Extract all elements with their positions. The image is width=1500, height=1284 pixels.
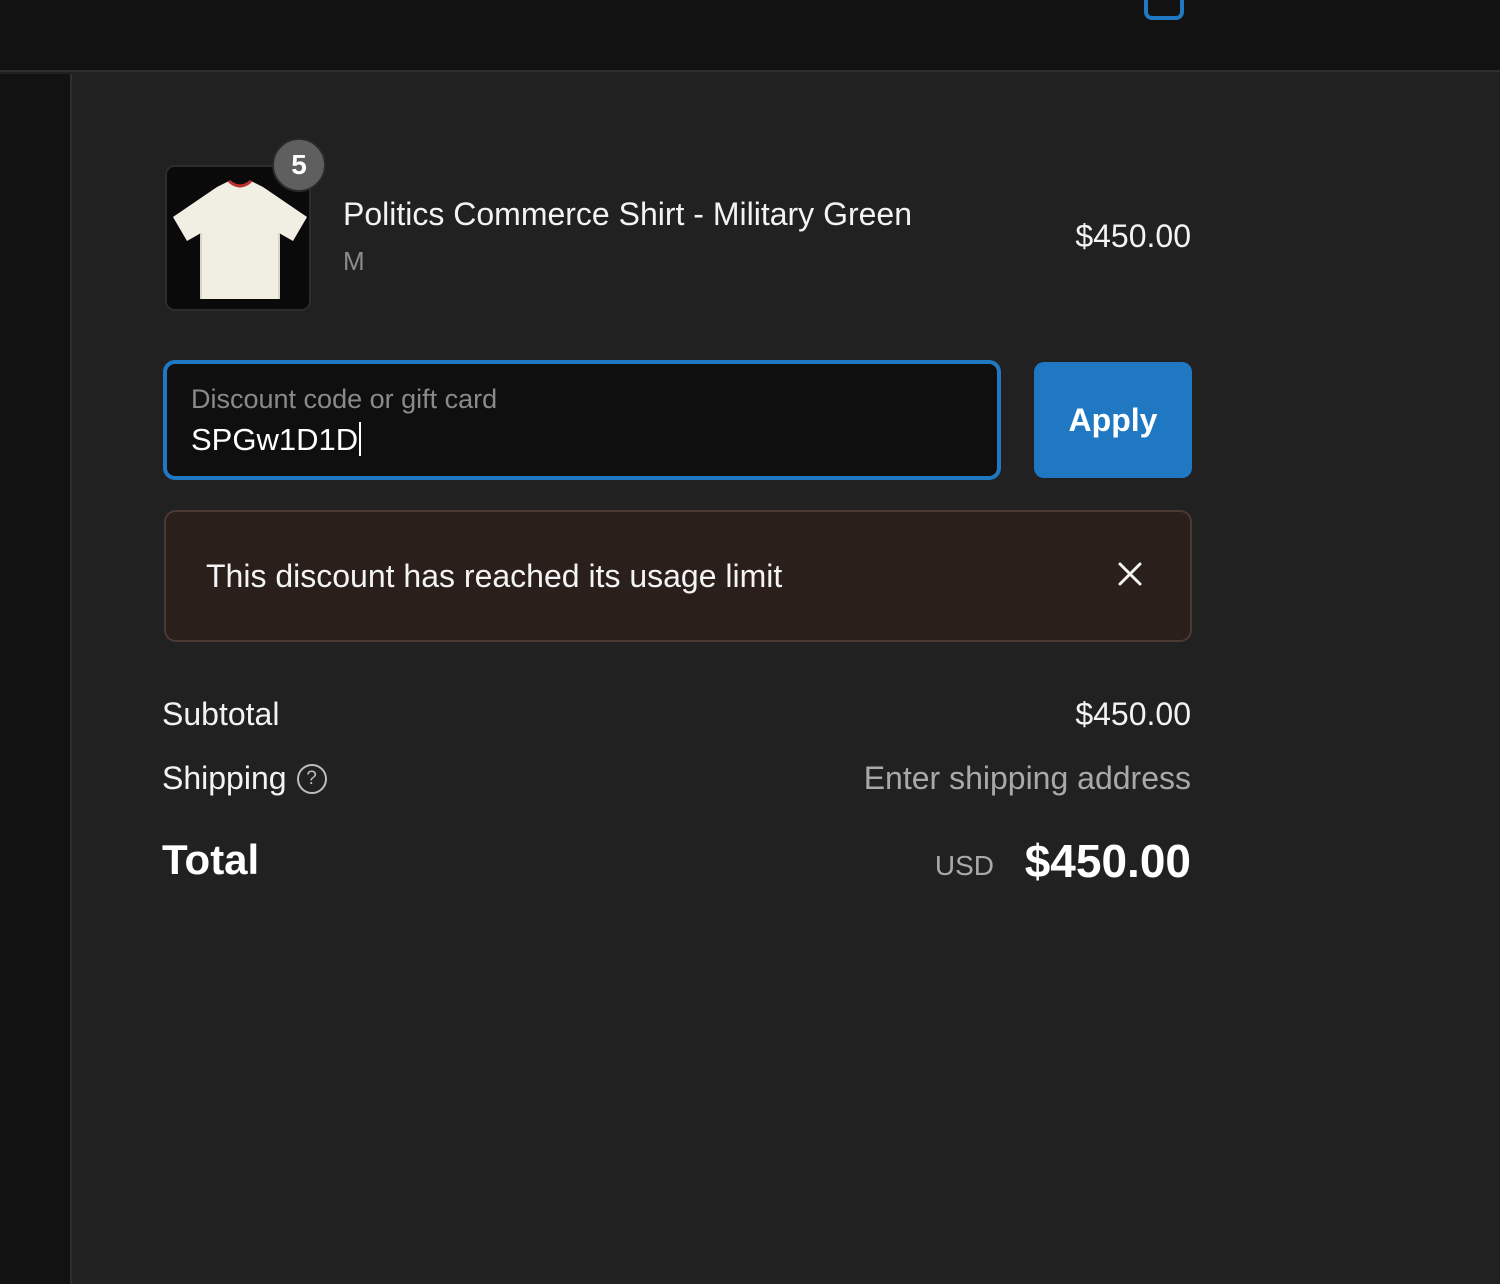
subtotal-value: $450.00	[1075, 696, 1191, 732]
left-panel	[0, 74, 72, 1284]
currency-code: USD	[934, 850, 994, 881]
shipping-label: Shipping	[162, 760, 287, 796]
discount-code-value: SPGw1D1D	[191, 422, 359, 457]
subtotal-label: Subtotal	[162, 696, 280, 732]
total-value: $450.00	[1024, 835, 1191, 887]
shipping-value: Enter shipping address	[863, 760, 1191, 796]
help-icon[interactable]: ?	[296, 763, 327, 794]
text-caret	[359, 422, 362, 456]
discount-error-banner: This discount has reached its usage limi…	[164, 510, 1192, 642]
top-bar	[0, 0, 1500, 72]
shipping-row-label: Shipping ?	[162, 760, 327, 797]
close-icon[interactable]	[1114, 558, 1146, 590]
shopping-bag-icon[interactable]	[1144, 0, 1184, 20]
discount-field-label: Discount code or gift card	[191, 384, 498, 414]
total-label: Total	[162, 836, 260, 883]
line-item-price: $450.00	[1075, 218, 1191, 254]
product-variant: M	[343, 246, 365, 276]
apply-button[interactable]: Apply	[1034, 362, 1192, 478]
quantity-badge: 5	[272, 138, 326, 192]
discount-code-input[interactable]: Discount code or gift card SPGw1D1D	[163, 360, 1001, 480]
product-name: Politics Commerce Shirt - Military Green	[343, 196, 912, 232]
discount-error-message: This discount has reached its usage limi…	[206, 558, 783, 594]
